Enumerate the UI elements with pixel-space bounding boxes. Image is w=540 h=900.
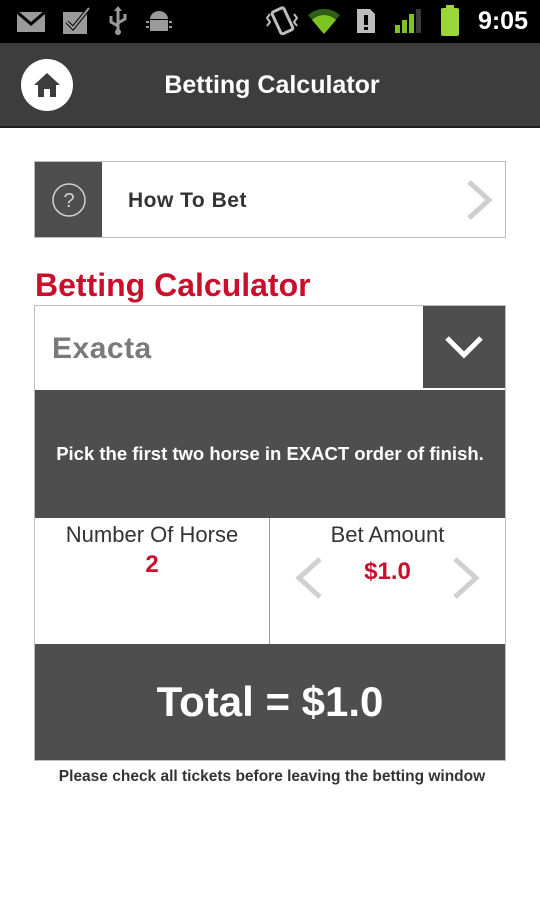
footer-note: Please check all tickets before leaving … <box>58 768 486 785</box>
total-text: Total = $1.0 <box>156 678 384 725</box>
question-icon: ? <box>51 182 86 217</box>
total-panel: Total = $1.0 <box>35 644 505 760</box>
bet-description: Pick the first two horse in EXACT order … <box>35 390 505 518</box>
wifi-icon <box>308 8 340 35</box>
bet-type-select[interactable]: Exacta <box>35 306 505 389</box>
page-title: Betting Calculator <box>164 71 380 99</box>
question-icon-box: ? <box>35 162 102 237</box>
chevron-right-icon <box>467 180 493 220</box>
number-of-horse-value: 2 <box>145 551 159 578</box>
bet-inputs: Number Of Horse 2 Bet Amount $1.0 <box>35 518 505 644</box>
number-of-horse-cell: Number Of Horse 2 <box>35 518 270 644</box>
app-header: Betting Calculator <box>0 43 540 128</box>
bet-amount-cell: Bet Amount $1.0 <box>270 518 505 644</box>
dropdown-button[interactable] <box>423 306 505 388</box>
how-to-bet-label: How To Bet <box>128 189 247 212</box>
svg-text:?: ? <box>63 190 74 212</box>
bet-type-value: Exacta <box>52 332 152 365</box>
chevron-down-icon <box>445 336 483 359</box>
task-check-icon <box>63 6 91 34</box>
how-to-bet-button[interactable]: ? How To Bet <box>34 161 506 238</box>
vibrate-icon <box>266 6 298 36</box>
gmail-icon <box>16 11 46 32</box>
battery-icon <box>441 5 459 36</box>
bet-amount-label: Bet Amount <box>330 522 445 547</box>
signal-icon <box>395 9 421 33</box>
calculator-panel: Exacta Pick the first two horse in EXACT… <box>34 305 506 761</box>
usb-icon <box>109 6 127 35</box>
sim-icon <box>357 9 375 33</box>
status-bar: 9:05 <box>0 0 540 43</box>
increase-amount-button[interactable] <box>451 556 481 600</box>
bet-description-text: Pick the first two horse in EXACT order … <box>56 443 484 464</box>
clock-time: 9:05 <box>477 7 528 35</box>
android-debug-icon <box>146 11 172 31</box>
calculator-heading: Betting Calculator <box>35 267 311 303</box>
number-of-horse-label: Number Of Horse <box>65 522 239 547</box>
